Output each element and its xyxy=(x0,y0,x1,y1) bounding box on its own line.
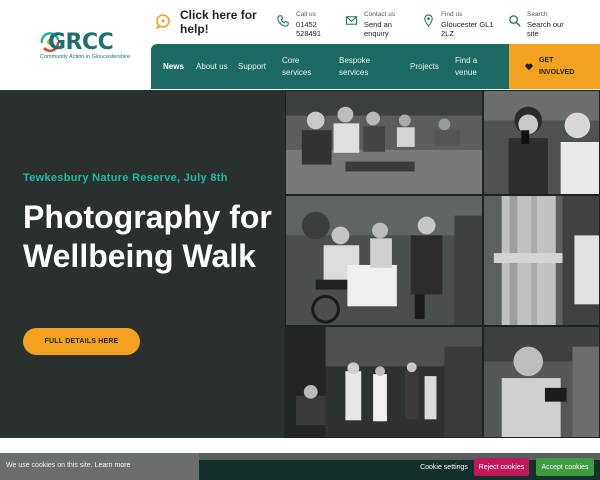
heart-icon xyxy=(525,63,533,70)
photo-women-with-phone xyxy=(483,90,600,195)
search-label: Search xyxy=(527,11,548,18)
contact-us-label: Contact us xyxy=(364,11,396,18)
help-label: Click here for help! xyxy=(180,8,257,36)
contact-us-line-1: Send an xyxy=(364,19,392,29)
full-details-button[interactable]: FULL DETAILS HERE xyxy=(23,328,140,355)
get-involved-button[interactable]: GET INVOLVED xyxy=(509,44,600,89)
call-us-line-1: 01452 xyxy=(296,19,317,29)
photo-tree-hug xyxy=(483,195,600,326)
envelope-icon xyxy=(345,16,358,25)
call-us[interactable]: Call us 01452 528491 xyxy=(277,10,337,38)
grcc-logo[interactable]: GRCC Community Action in Gloucestershire xyxy=(38,28,138,64)
event-location-date: Tewkesbury Nature Reserve, July 8th xyxy=(23,172,228,184)
cookie-notice-text: We use cookies on this site. xyxy=(6,462,93,469)
nav-item-about-us[interactable]: About us xyxy=(196,44,228,89)
hero-text-panel: Tewkesbury Nature Reserve, July 8th Phot… xyxy=(0,90,285,438)
search-line-2: site xyxy=(527,29,539,38)
page: GRCC Community Action in Gloucestershire… xyxy=(0,0,600,480)
nav-item-find-a-venue[interactable]: Find a venue xyxy=(455,44,489,89)
nav-item-support[interactable]: Support xyxy=(238,44,274,89)
search-site[interactable]: Search Search our site xyxy=(508,10,588,38)
phone-icon xyxy=(277,15,289,27)
help-link[interactable]: Click here for help! xyxy=(155,8,265,38)
cookie-notice: We use cookies on this site. Learn more xyxy=(6,462,130,469)
main-nav: News About us Support Core services Besp… xyxy=(151,44,600,89)
contact-bar: Click here for help! Call us 01452 52849… xyxy=(151,0,600,44)
search-icon xyxy=(509,15,521,27)
chat-bubble-icon xyxy=(155,14,170,29)
photo-group-on-grass xyxy=(285,90,483,195)
accept-cookies-button[interactable]: Accept cookies xyxy=(536,458,594,476)
cookie-learn-more-link[interactable]: Learn more xyxy=(95,462,131,469)
hero-title: Photography for Wellbeing Walk xyxy=(23,199,272,274)
logo-tagline: Community Action in Gloucestershire xyxy=(40,54,131,60)
find-us-line-2: 2LZ xyxy=(441,29,454,38)
search-line-1: Search our xyxy=(527,19,564,29)
find-us-label: Find us xyxy=(441,11,463,18)
contact-us[interactable]: Contact us Send an enquiry xyxy=(345,10,411,38)
call-us-line-2: 528491 xyxy=(296,29,322,38)
photo-man-with-camera xyxy=(483,326,600,438)
cookie-banner: We use cookies on this site. Learn more … xyxy=(0,453,600,480)
nav-item-projects[interactable]: Projects xyxy=(410,44,446,89)
nav-item-news[interactable]: News xyxy=(163,44,191,89)
find-us-line-1: Gloucester GL1 xyxy=(441,19,494,29)
nav-item-bespoke-services[interactable]: Bespoke services xyxy=(339,44,387,89)
find-us[interactable]: Find us Gloucester GL1 2LZ xyxy=(422,10,502,38)
site-header: GRCC Community Action in Gloucestershire… xyxy=(0,0,600,90)
photo-wheelchair-group xyxy=(285,195,483,326)
photo-collage xyxy=(285,90,600,438)
reject-cookies-button[interactable]: Reject cookies xyxy=(474,458,529,476)
cookie-settings-button[interactable]: Cookie settings xyxy=(418,458,470,476)
get-involved-label: GET INVOLVED xyxy=(539,56,575,76)
contact-us-line-2: enquiry xyxy=(364,29,389,38)
photo-walkers-in-woods xyxy=(285,326,483,438)
nav-item-core-services[interactable]: Core services xyxy=(282,44,324,89)
hero-banner: Tewkesbury Nature Reserve, July 8th Phot… xyxy=(0,90,600,438)
call-us-label: Call us xyxy=(296,11,316,18)
logo-wordmark: GRCC xyxy=(48,30,114,55)
map-pin-icon xyxy=(424,14,433,27)
